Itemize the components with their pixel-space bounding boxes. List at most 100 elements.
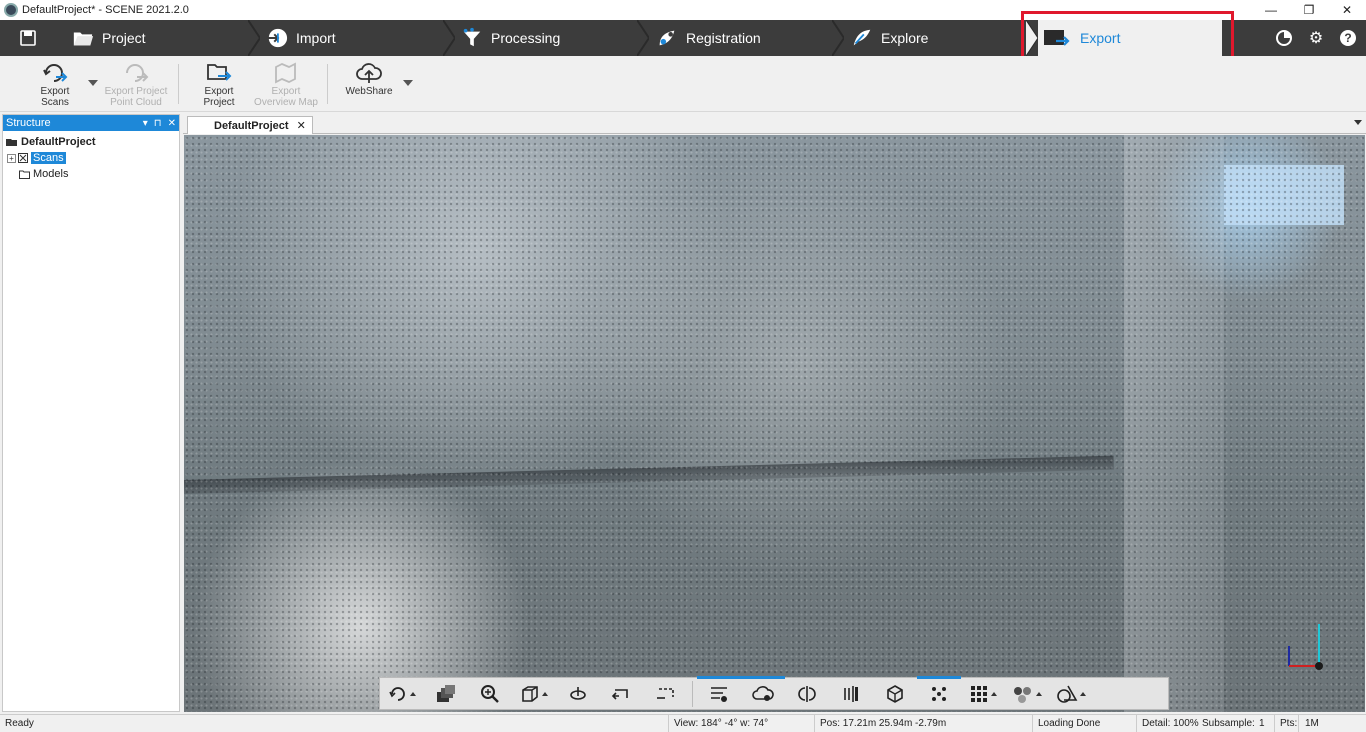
export-project-label: Export Project <box>203 86 235 108</box>
tree-item-scans[interactable]: + Scans <box>3 150 179 166</box>
folder-icon <box>72 27 94 49</box>
status-separator <box>1274 715 1275 732</box>
tab-project[interactable]: Project <box>72 20 146 56</box>
tab-separator <box>637 20 649 56</box>
export-project-button[interactable]: Export Project <box>188 60 250 108</box>
structure-panel-header: Structure ▾ ⊓ ✕ <box>3 115 179 131</box>
shapes-button[interactable] <box>1049 677 1093 710</box>
box-icon <box>887 684 903 703</box>
theme-icon[interactable] <box>1274 28 1294 48</box>
mirror-button[interactable] <box>785 677 829 710</box>
structure-tree: DefaultProject + Scans Models <box>3 131 179 182</box>
export-scans-dropdown[interactable] <box>88 80 98 86</box>
grid-button[interactable] <box>961 677 1005 710</box>
webshare-button[interactable]: WebShare <box>340 60 398 97</box>
points-button[interactable] <box>917 676 961 710</box>
svg-text:?: ? <box>1344 31 1351 45</box>
save-icon <box>20 30 36 46</box>
grid-icon <box>971 685 987 702</box>
move-view-button[interactable] <box>600 677 644 710</box>
save-button[interactable] <box>0 20 56 56</box>
export-scans-button[interactable]: Export Scans <box>26 60 84 108</box>
position-readout: Pos: 17.21m 25.94m -2.79m <box>820 718 947 729</box>
status-separator <box>1298 715 1299 732</box>
subsample-label: Subsample: <box>1202 718 1255 729</box>
restore-button[interactable]: ❐ <box>1290 0 1328 20</box>
export-scans-label: Export Scans <box>40 86 70 108</box>
tab-separator <box>832 20 844 56</box>
document-tab[interactable]: DefaultProject ✕ <box>187 116 313 134</box>
help-icons: ⚙ ? <box>1274 20 1358 56</box>
box-view-button[interactable] <box>873 677 917 710</box>
document-tab-close-button[interactable]: ✕ <box>297 119 306 132</box>
tab-registration[interactable]: Registration <box>656 20 761 56</box>
help-icon[interactable]: ? <box>1338 28 1358 48</box>
point-cloud-viewport[interactable] <box>184 135 1365 712</box>
subsample-value: 1 <box>1259 718 1265 729</box>
export-project-point-cloud-label-1: Export Project <box>104 86 168 97</box>
export-scans-icon <box>41 60 69 86</box>
slice-button[interactable] <box>829 677 873 710</box>
tree-root-item[interactable]: DefaultProject <box>3 134 179 150</box>
window-controls: — ❐ ✕ <box>1252 0 1366 20</box>
panel-pin-button[interactable]: ⊓ <box>154 118 162 129</box>
scans-icon <box>18 153 28 163</box>
close-button[interactable]: ✕ <box>1328 0 1366 20</box>
loading-status: Loading Done <box>1038 718 1101 729</box>
minimize-button[interactable]: — <box>1252 0 1290 20</box>
structure-panel: Structure ▾ ⊓ ✕ DefaultProject + Scans M… <box>2 114 180 712</box>
processing-icon <box>461 27 483 49</box>
webshare-dropdown[interactable] <box>403 80 413 86</box>
structure-panel-title: Structure <box>6 117 51 129</box>
viewport-point-pattern-light <box>184 135 1365 712</box>
dropdown-arrow-icon <box>991 691 997 696</box>
tab-processing[interactable]: Processing <box>461 20 560 56</box>
ribbon-toolbar: Export Scans Export Project Point Cloud … <box>0 56 1366 112</box>
layers-button[interactable] <box>424 677 468 710</box>
move-view-icon <box>611 688 628 700</box>
status-separator <box>1032 715 1033 732</box>
zoom-button[interactable] <box>468 677 512 710</box>
tree-item-label: Scans <box>31 152 66 164</box>
project-point-cloud-button[interactable] <box>741 676 785 710</box>
tab-label: Project <box>102 30 146 46</box>
tab-label: Explore <box>881 30 929 46</box>
dropdown-arrow-icon <box>1080 691 1086 696</box>
mirror-icon <box>798 685 816 702</box>
window-title: DefaultProject* - SCENE 2021.2.0 <box>22 4 189 16</box>
tab-label: Registration <box>686 30 761 46</box>
color-mode-button[interactable] <box>1005 677 1049 710</box>
clipping-button[interactable] <box>644 677 688 710</box>
points-value: 1M <box>1305 718 1319 729</box>
tree-item-models[interactable]: Models <box>3 166 179 182</box>
app-logo-icon <box>4 3 18 17</box>
tab-explore[interactable]: Explore <box>851 20 928 56</box>
zoom-icon <box>481 684 499 703</box>
shapes-icon <box>1057 685 1078 703</box>
expand-icon[interactable]: + <box>7 153 16 163</box>
view-mode-button[interactable] <box>380 677 424 710</box>
panel-menu-button[interactable]: ▾ <box>143 118 148 129</box>
registration-icon <box>656 27 678 49</box>
project-icon <box>6 139 17 146</box>
view-toolbar <box>379 676 1169 710</box>
settings-gear-icon[interactable]: ⚙ <box>1306 28 1326 48</box>
panel-close-button[interactable]: ✕ <box>168 118 176 129</box>
ribbon-separator <box>327 64 328 104</box>
ribbon-separator <box>178 64 179 104</box>
view-cube-button[interactable] <box>512 677 556 710</box>
scan-point-cloud-button[interactable] <box>697 676 741 710</box>
rotate-icon <box>570 686 586 700</box>
export-project-point-cloud-label-2: Point Cloud <box>110 97 162 108</box>
detail-readout: Detail: 100% <box>1142 718 1199 729</box>
status-separator <box>814 715 815 732</box>
tree-root-label: DefaultProject <box>21 136 96 148</box>
document-tabs-dropdown[interactable] <box>1354 120 1362 125</box>
rotate-button[interactable] <box>556 677 600 710</box>
cube-icon <box>522 685 538 702</box>
cloud-upload-icon <box>355 60 383 86</box>
document-tab-bar: DefaultProject ✕ <box>183 114 1366 134</box>
tab-import[interactable]: Import <box>266 20 336 56</box>
import-icon <box>266 27 288 49</box>
explore-icon <box>851 27 873 49</box>
